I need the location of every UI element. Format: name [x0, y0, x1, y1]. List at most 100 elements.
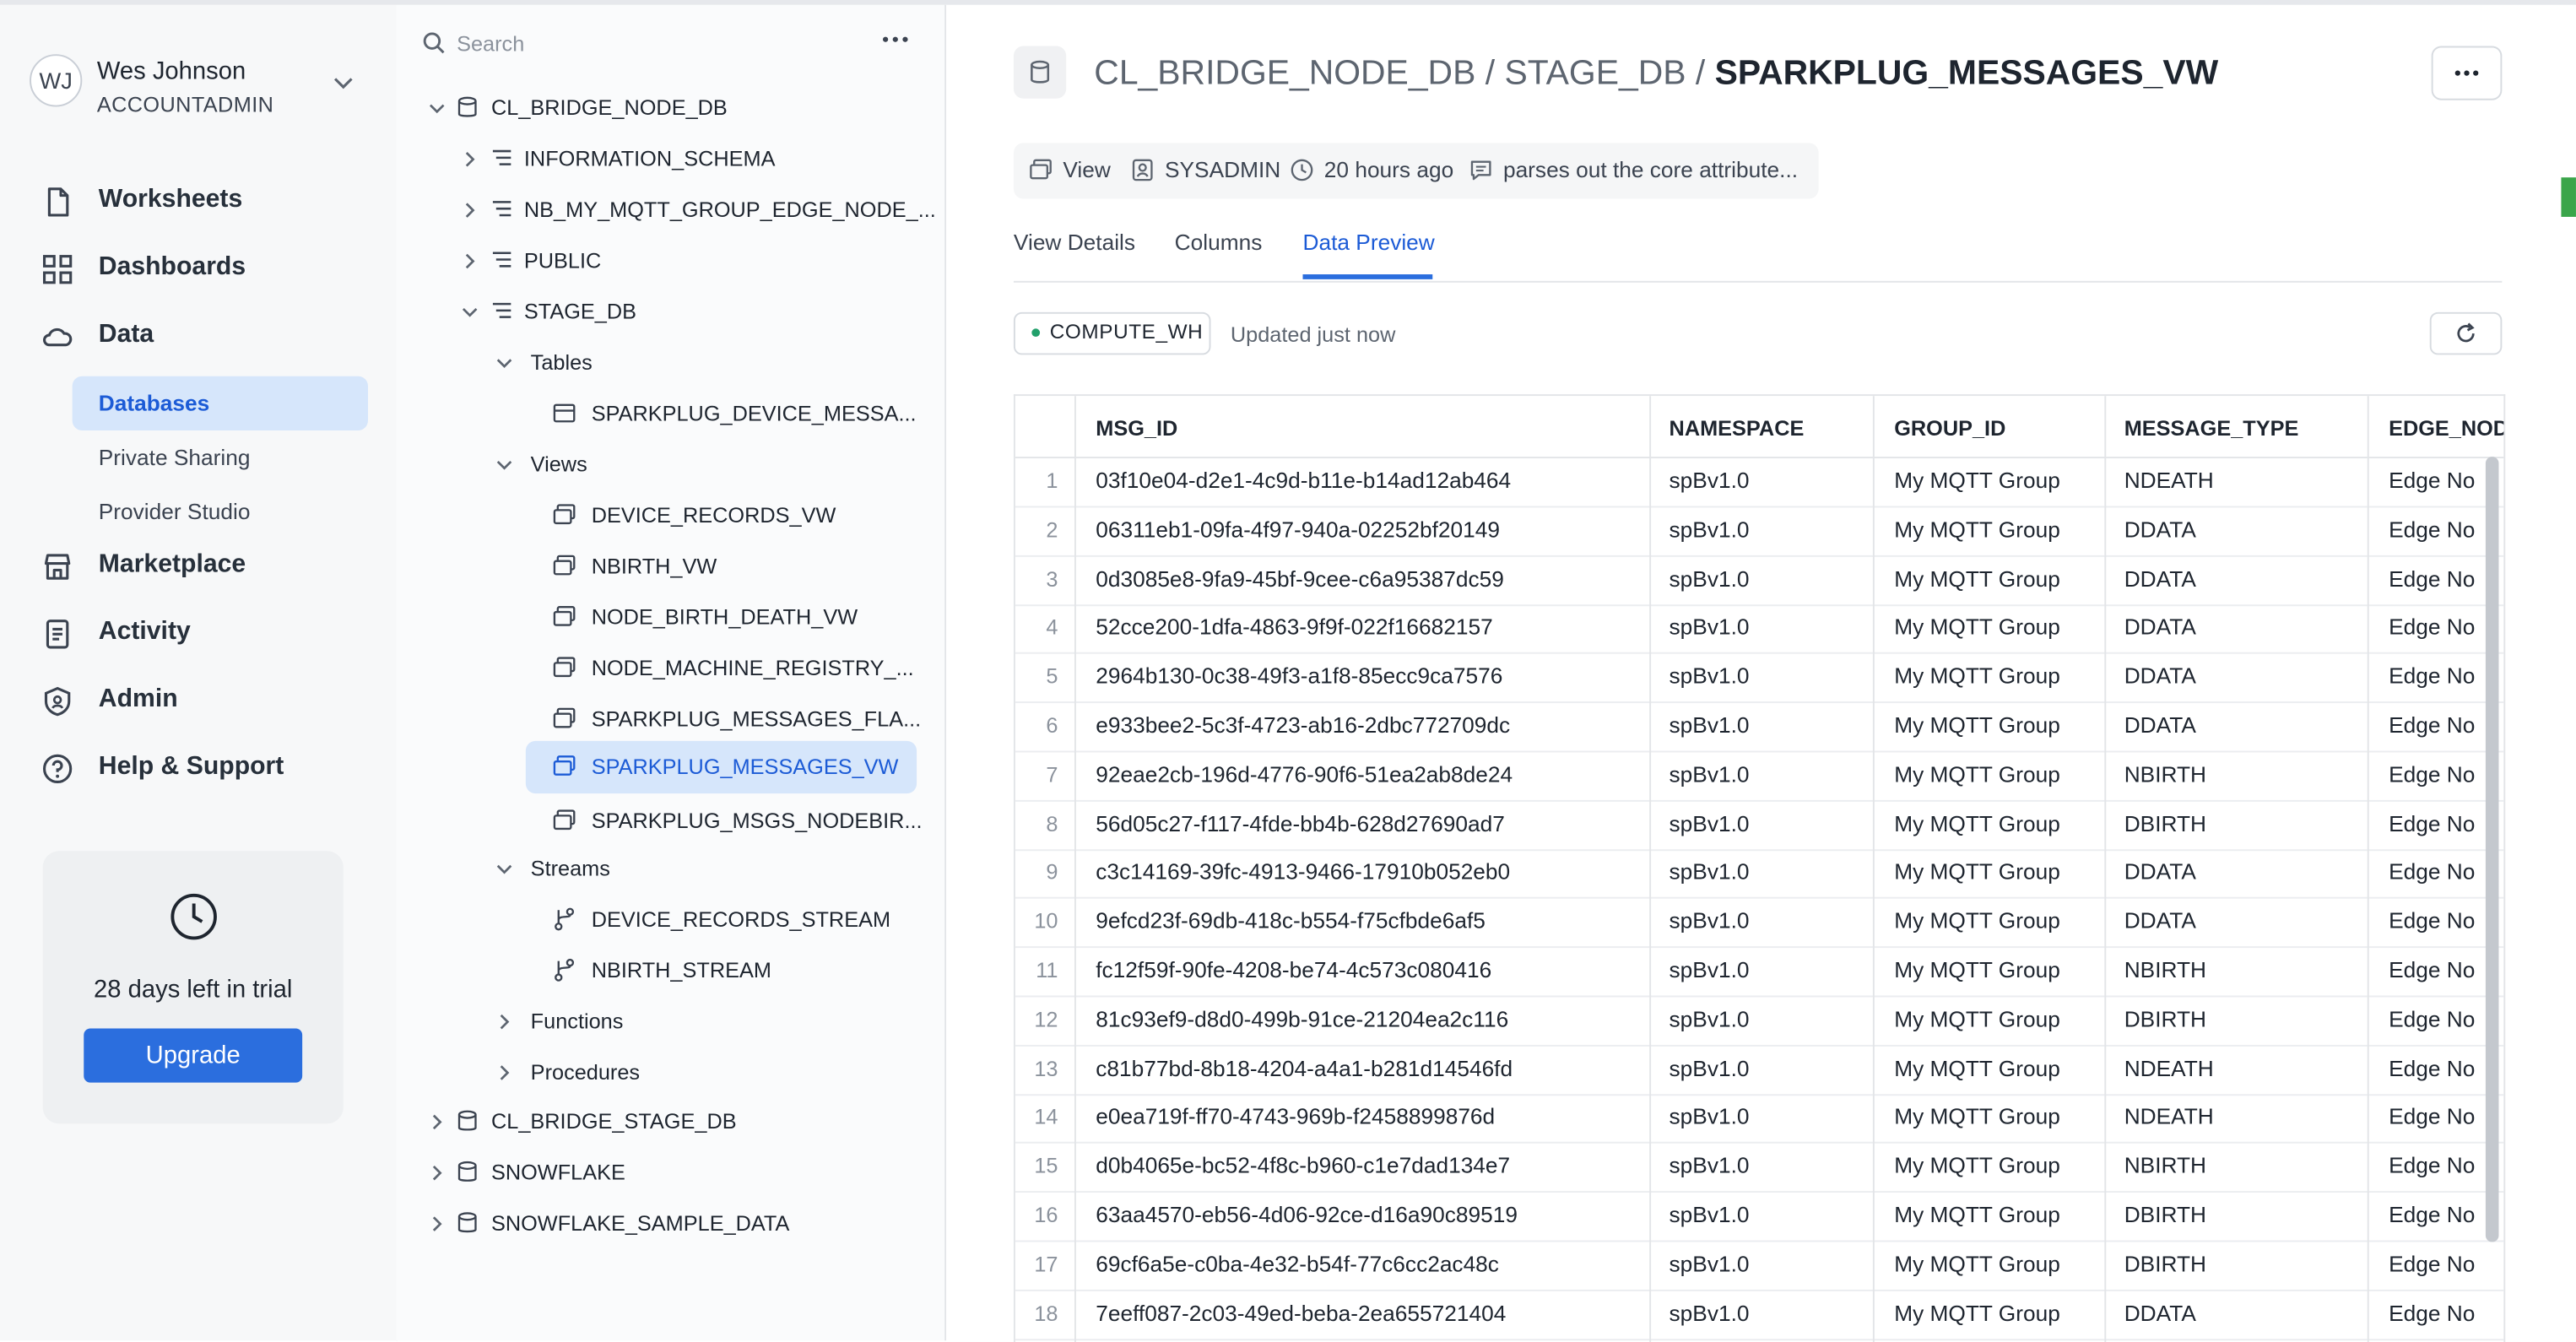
- nav-provider-studio[interactable]: Provider Studio: [73, 484, 368, 538]
- table-row[interactable]: 12 81c93ef9-d8d0-499b-91ce-21204ea2c116 sp…: [1015, 995, 2504, 1047]
- table-cell: Edge No: [2389, 565, 2476, 591]
- tree-group-tables[interactable]: Tables: [491, 342, 915, 385]
- tree-item-db-snowflake-sample[interactable]: SNOWFLAKE_SAMPLE_DATA: [422, 1203, 915, 1246]
- tree-item-view-selected[interactable]: SPARKPLUG_MESSAGES_VW: [525, 740, 917, 794]
- tree-label: NBIRTH_VW: [591, 553, 717, 579]
- tab-data-preview[interactable]: Data Preview: [1302, 230, 1434, 254]
- table-row[interactable]: 16 63aa4570-eb56-4d06-92ce-d16a90c89519 sp…: [1015, 1191, 2504, 1242]
- tree-item-view[interactable]: SPARKPLUG_MSGS_NODEBIR...: [526, 800, 923, 843]
- table-cell: c3c14169-39fc-4913-9466-17910b052eb0: [1096, 859, 1511, 885]
- column-divider: [1872, 396, 1875, 1342]
- tab-columns[interactable]: Columns: [1175, 230, 1263, 254]
- table-row[interactable]: 10 9efcd23f-69db-418c-b554-f75cfbde6af5 sp…: [1015, 897, 2504, 949]
- view-icon: [553, 504, 576, 525]
- database-icon: [457, 1161, 477, 1182]
- page-title: SPARKPLUG_MESSAGES_VW: [1714, 54, 2219, 92]
- tree-item-view[interactable]: SPARKPLUG_MESSAGES_FLA...: [526, 698, 921, 741]
- tree-item-schema-nb[interactable]: NB_MY_MQTT_GROUP_EDGE_NODE_...: [457, 189, 936, 232]
- schema-icon: [492, 201, 511, 217]
- tree-item-schema-public[interactable]: PUBLIC: [457, 240, 917, 283]
- nav-help-support[interactable]: Help & Support: [41, 746, 370, 795]
- table-cell: My MQTT Group: [1894, 1153, 2060, 1178]
- nav-activity[interactable]: Activity: [41, 611, 370, 660]
- nav-dashboards[interactable]: Dashboards: [41, 246, 370, 295]
- tree-label: SNOWFLAKE: [490, 1160, 625, 1185]
- warehouse-selector[interactable]: COMPUTE_WH: [1013, 311, 1211, 355]
- column-header[interactable]: EDGE_NOD: [2389, 415, 2503, 440]
- table-cell: spBv1.0: [1669, 859, 1750, 885]
- tree-item-db-cl-bridge-stage[interactable]: CL_BRIDGE_STAGE_DB: [422, 1101, 915, 1144]
- table-row[interactable]: 6 e933bee2-5c3f-4723-ab16-2dbc772709dc spB…: [1015, 701, 2504, 753]
- table-icon: [553, 403, 576, 423]
- table-row[interactable]: 4 52cce200-1dfa-4863-9f9f-022f16682157 spB…: [1015, 603, 2504, 655]
- table-cell: NDEATH: [2124, 468, 2214, 493]
- vertical-scrollbar[interactable]: [2485, 457, 2499, 1242]
- table-row[interactable]: 2 06311eb1-09fa-4f97-940a-02252bf20149 spB…: [1015, 506, 2504, 557]
- tree-item-view[interactable]: NODE_BIRTH_DEATH_VW: [526, 597, 917, 640]
- table-row[interactable]: 11 fc12f59f-90fe-4208-be74-4c573c080416 sp…: [1015, 946, 2504, 998]
- breadcrumb-database[interactable]: CL_BRIDGE_NODE_DB: [1094, 54, 1475, 92]
- tree-item-schema-stage-db[interactable]: STAGE_DB: [457, 291, 917, 334]
- upgrade-button[interactable]: Upgrade: [84, 1028, 303, 1083]
- nav-data[interactable]: Data: [41, 314, 370, 363]
- clock-icon: [1291, 159, 1313, 181]
- tree-group-procedures[interactable]: Procedures: [491, 1052, 915, 1095]
- nav-admin[interactable]: Admin: [41, 679, 370, 728]
- meta-comment-label: parses out the core attribute...: [1502, 157, 1799, 183]
- table-row[interactable]: 13 c81b77bd-8b18-4204-a4a1-b281d14546fd sp…: [1015, 1044, 2504, 1096]
- table-row[interactable]: 18 7eeff087-2c03-49ed-beba-2ea655721404 sp…: [1015, 1289, 2504, 1340]
- refresh-button[interactable]: [2429, 311, 2503, 355]
- tree-group-views[interactable]: Views: [491, 444, 915, 487]
- column-header[interactable]: GROUP_ID: [1894, 415, 2005, 440]
- table-row[interactable]: 9 c3c14169-39fc-4913-9466-17910b052eb0 spB…: [1015, 848, 2504, 900]
- table-header: MSG_ID NAMESPACE GROUP_ID MESSAGE_TYPE EDGE_…: [1015, 396, 2504, 459]
- column-header[interactable]: MESSAGE_TYPE: [2124, 415, 2299, 440]
- nav-private-sharing-label: Private Sharing: [98, 445, 251, 470]
- nav-marketplace[interactable]: Marketplace: [41, 544, 370, 593]
- tree-item-stream[interactable]: DEVICE_RECORDS_STREAM: [526, 899, 917, 942]
- table-cell: DDATA: [2124, 663, 2196, 689]
- tree-item-db-snowflake[interactable]: SNOWFLAKE: [422, 1151, 915, 1194]
- more-actions-button[interactable]: [2431, 46, 2503, 100]
- tree-item-view[interactable]: DEVICE_RECORDS_VW: [526, 495, 917, 538]
- chevron-down-icon: [333, 78, 353, 89]
- tree-item-schema-information[interactable]: INFORMATION_SCHEMA: [457, 138, 917, 181]
- tree-item-stream[interactable]: NBIRTH_STREAM: [526, 950, 917, 993]
- nav-dashboards-label: Dashboards: [98, 252, 246, 281]
- table-row[interactable]: 14 e0ea719f-ff70-4743-969b-f2458899876d sp…: [1015, 1093, 2504, 1144]
- column-header[interactable]: NAMESPACE: [1670, 415, 1805, 440]
- row-number: 17: [1034, 1251, 1058, 1276]
- table-row[interactable]: 17 69cf6a5e-c0ba-4e32-b54f-77c6cc2ac48c sp…: [1015, 1240, 2504, 1291]
- tree-label: NODE_BIRTH_DEATH_VW: [591, 604, 858, 630]
- nav-private-sharing[interactable]: Private Sharing: [73, 430, 368, 484]
- breadcrumb-schema[interactable]: STAGE_DB: [1504, 54, 1686, 92]
- nav-worksheets[interactable]: Worksheets: [41, 179, 370, 228]
- column-header[interactable]: MSG_ID: [1096, 415, 1177, 440]
- tree-group-functions[interactable]: Functions: [491, 1000, 915, 1043]
- table-cell: 7eeff087-2c03-49ed-beba-2ea655721404: [1096, 1300, 1507, 1325]
- table-cell: fc12f59f-90fe-4208-be74-4c573c080416: [1096, 957, 1492, 982]
- tree-item-view[interactable]: NODE_MACHINE_REGISTRY_...: [526, 647, 917, 690]
- table-row[interactable]: 7 92eae2cb-196d-4776-90f6-51ea2ab8de24 spB…: [1015, 750, 2504, 802]
- nav-help-label: Help & Support: [98, 752, 284, 781]
- table-cell: Edge No: [2389, 908, 2476, 933]
- nav-databases[interactable]: Databases: [72, 376, 368, 430]
- table-row[interactable]: 1 03f10e04-d2e1-4c9d-b11e-b14ad12ab464 spB…: [1015, 457, 2504, 508]
- table-row[interactable]: 5 2964b130-0c38-49f3-a1f8-85ecc9ca7576 spB…: [1015, 652, 2504, 704]
- table-row[interactable]: 8 56d05c27-f117-4fde-bb4b-628d27690ad7 spB…: [1015, 799, 2504, 851]
- tree-item-db-cl-bridge-node[interactable]: CL_BRIDGE_NODE_DB: [422, 87, 915, 130]
- table-cell: My MQTT Group: [1894, 908, 2060, 933]
- nav-databases-label: Databases: [98, 391, 210, 416]
- more-options-icon[interactable]: [882, 35, 908, 45]
- updated-status: Updated just now: [1230, 322, 1396, 347]
- tab-view-details[interactable]: View Details: [1014, 230, 1135, 254]
- tree-item-table[interactable]: SPARKPLUG_DEVICE_MESSA...: [526, 392, 917, 436]
- tree-item-view[interactable]: NBIRTH_VW: [526, 545, 917, 588]
- tree-group-streams[interactable]: Streams: [491, 847, 915, 890]
- table-cell: DDATA: [2124, 908, 2196, 933]
- table-cell: Edge No: [2389, 1006, 2476, 1031]
- table-row[interactable]: 15 d0b4065e-bc52-4f8c-b960-c1e7dad134e7 sp…: [1015, 1142, 2504, 1193]
- search-input[interactable]: Search: [422, 28, 849, 61]
- table-row[interactable]: 3 0d3085e8-9fa9-45bf-9cee-c6a95387dc59 spB…: [1015, 555, 2504, 606]
- user-menu[interactable]: WJ Wes Johnson ACCOUNTADMIN: [30, 54, 375, 127]
